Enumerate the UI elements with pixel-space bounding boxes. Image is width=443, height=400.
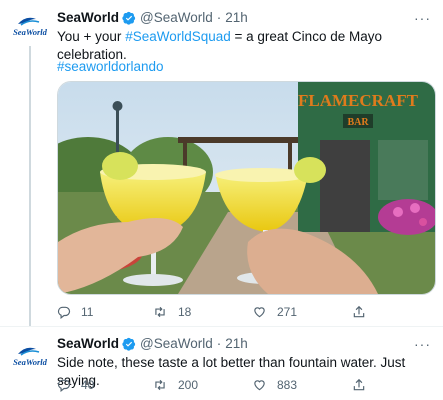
separator: ·	[216, 336, 222, 351]
like-count: 883	[277, 378, 298, 392]
like-button[interactable]: 883	[252, 378, 352, 392]
reply-button[interactable]: 40	[57, 378, 152, 392]
share-icon	[353, 378, 365, 391]
more-icon[interactable]: ···	[414, 10, 431, 26]
tweet-actions: 40 200 883	[57, 378, 376, 392]
tweet-header: SeaWorld @SeaWorld · 21h	[57, 336, 248, 351]
reply-count: 40	[81, 378, 95, 392]
seaworld-avatar[interactable]: SeaWorld	[12, 343, 48, 369]
tweet-actions: 11 18 271	[57, 305, 376, 319]
retweet-icon	[155, 379, 165, 391]
seaworld-avatar[interactable]: SeaWorld	[12, 13, 48, 39]
svg-text:SeaWorld: SeaWorld	[13, 357, 48, 367]
handle[interactable]: @SeaWorld	[140, 336, 213, 351]
account-name[interactable]: SeaWorld	[57, 336, 119, 351]
timestamp[interactable]: 21h	[225, 336, 248, 351]
svg-text:SeaWorld: SeaWorld	[13, 27, 48, 37]
retweet-count: 18	[178, 305, 192, 319]
seaworld-logo-icon: SeaWorld	[13, 347, 48, 367]
retweet-icon	[155, 306, 165, 318]
hashtag-link[interactable]: #SeaWorldSquad	[125, 29, 231, 44]
like-icon	[254, 380, 265, 391]
reply-icon	[57, 379, 71, 392]
more-icon[interactable]: ···	[414, 336, 431, 352]
account-name[interactable]: SeaWorld	[57, 10, 119, 25]
bar-sign: BAR	[347, 117, 369, 128]
hashtag-line: #seaworldorlando	[57, 58, 431, 76]
retweet-count: 200	[178, 378, 199, 392]
seaworld-logo-icon: SeaWorld	[13, 17, 48, 37]
tweet-divider	[0, 326, 443, 327]
share-icon	[353, 305, 365, 318]
handle[interactable]: @SeaWorld	[140, 10, 213, 25]
retweet-button[interactable]: 200	[152, 378, 252, 392]
like-count: 271	[277, 305, 298, 319]
share-button[interactable]	[352, 378, 376, 392]
reply-icon	[57, 306, 71, 319]
hashtag-link[interactable]: #seaworldorlando	[57, 59, 164, 74]
tweet-text-part: You + your	[57, 29, 126, 44]
retweet-button[interactable]: 18	[152, 305, 252, 319]
share-button[interactable]	[352, 305, 376, 319]
reply-count: 11	[81, 305, 94, 319]
like-icon	[254, 307, 265, 318]
tweet-header: SeaWorld @SeaWorld · 21h	[57, 10, 248, 25]
tweet-photo[interactable]: FLAMECRAFT BAR	[57, 81, 436, 295]
reply-button[interactable]: 11	[57, 305, 152, 319]
timestamp[interactable]: 21h	[225, 10, 248, 25]
verified-icon	[122, 11, 136, 25]
thread-line	[29, 46, 31, 326]
flamecraft-sign: FLAMECRAFT	[298, 91, 419, 110]
separator: ·	[216, 10, 222, 25]
verified-icon	[122, 337, 136, 351]
like-button[interactable]: 271	[252, 305, 352, 319]
